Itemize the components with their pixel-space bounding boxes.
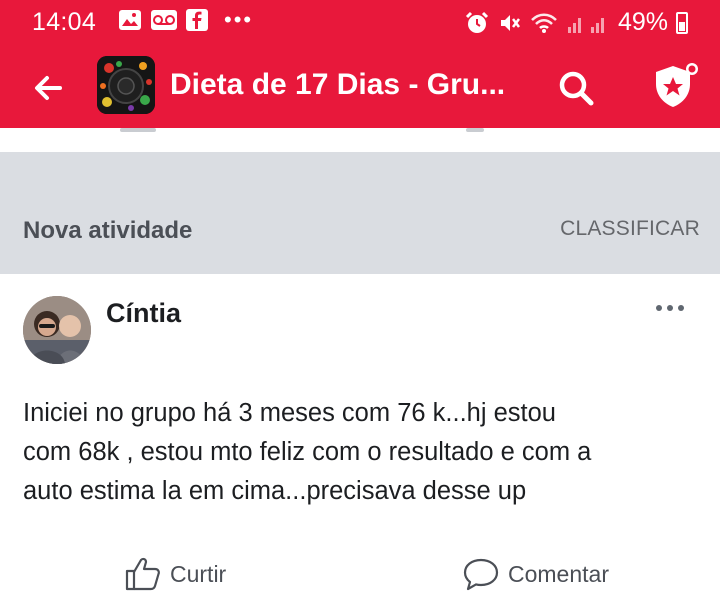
group-avatar-image <box>97 56 155 114</box>
facebook-icon <box>186 9 208 31</box>
more-notifications-icon: ••• <box>224 7 254 32</box>
group-avatar[interactable] <box>97 56 155 114</box>
avatar-photo <box>23 296 91 364</box>
app-bar: Dieta de 17 Dias - Gru... <box>0 48 720 128</box>
signal-icon <box>567 17 604 33</box>
post-body: Iniciei no grupo há 3 meses com 76 k...h… <box>23 394 703 511</box>
dot <box>656 305 662 311</box>
divider <box>120 128 156 132</box>
back-arrow-icon[interactable] <box>28 68 68 108</box>
dot <box>667 305 673 311</box>
status-bar: 14:04 ••• 49% <box>0 0 720 48</box>
notification-icons: ••• <box>118 9 253 31</box>
mute-icon <box>500 14 520 31</box>
group-title[interactable]: Dieta de 17 Dias - Gru... <box>170 68 505 102</box>
like-button[interactable]: Curtir <box>124 550 226 598</box>
post-line: auto estima la em cima...precisava desse… <box>23 477 527 505</box>
thumbs-up-icon <box>125 557 160 591</box>
wifi-icon <box>531 13 557 33</box>
divider <box>466 128 484 132</box>
voicemail-icon <box>151 10 177 30</box>
battery-icon <box>676 11 688 34</box>
post-author[interactable]: Cíntia <box>106 298 181 329</box>
composer-remnant <box>0 128 720 152</box>
system-icons: 49% <box>464 8 688 37</box>
sort-button[interactable]: CLASSIFICAR <box>560 217 700 241</box>
shield-icon[interactable] <box>648 60 702 112</box>
comment-icon <box>463 558 499 591</box>
comment-label: Comentar <box>508 560 609 587</box>
alarm-icon <box>465 11 489 33</box>
dot <box>678 305 684 311</box>
gallery-icon <box>119 10 141 30</box>
avatar[interactable] <box>23 296 91 364</box>
battery-level: 49% <box>617 8 668 36</box>
comment-button[interactable]: Comentar <box>462 550 609 598</box>
top-bar: 14:04 ••• 49% Dieta de 17 Dias - Gru... <box>0 0 720 128</box>
search-icon[interactable] <box>556 68 596 108</box>
post-line: Iniciei no grupo há 3 meses com 76 k...h… <box>23 399 556 427</box>
post-card: Cíntia Iniciei no grupo há 3 meses com 7… <box>0 274 720 610</box>
section-title: Nova atividade <box>23 217 193 244</box>
status-time: 14:04 <box>32 8 97 36</box>
more-options-icon[interactable] <box>656 300 692 316</box>
feed-section-header: Nova atividade CLASSIFICAR <box>0 128 720 274</box>
like-label: Curtir <box>170 560 227 587</box>
post-actions: Curtir Comentar <box>0 550 720 602</box>
post-line: com 68k , estou mto feliz com o resultad… <box>23 438 592 466</box>
